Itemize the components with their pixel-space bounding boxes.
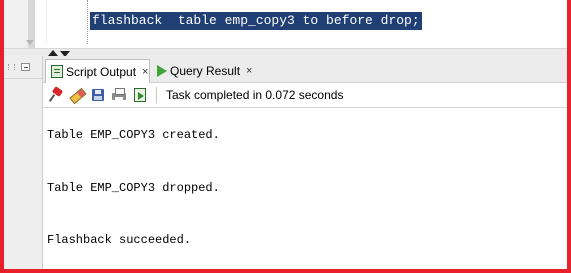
- task-status-text: Task completed in 0.072 seconds: [166, 88, 344, 102]
- output-line: Table EMP_COPY3 created.: [47, 128, 220, 142]
- close-icon[interactable]: ×: [142, 66, 148, 78]
- code-margin-line: [46, 0, 47, 44]
- close-icon[interactable]: ×: [246, 65, 252, 77]
- tab-query-result[interactable]: Query Result ×: [153, 60, 252, 82]
- sql-statement[interactable]: flashback table emp_copy3 to before drop…: [90, 12, 422, 30]
- tab-label: Script Output: [66, 64, 137, 79]
- run-script-icon[interactable]: [132, 87, 148, 103]
- minimize-icon[interactable]: [21, 63, 30, 71]
- tab-label: Query Result: [170, 64, 241, 78]
- pin-icon[interactable]: [48, 86, 64, 103]
- save-icon[interactable]: [90, 87, 106, 103]
- drag-handle-icon[interactable]: [8, 64, 15, 70]
- strip-divider: [4, 78, 42, 79]
- results-panel: Script Output × Query Result × Task comp…: [43, 56, 567, 273]
- left-dock-strip: [4, 56, 43, 273]
- eraser-icon[interactable]: [69, 87, 87, 105]
- toolbar-separator: [156, 87, 157, 103]
- output-line: Flashback succeeded.: [47, 233, 192, 247]
- script-output-area[interactable]: Table EMP_COPY3 created. Table EMP_COPY3…: [43, 108, 567, 273]
- results-tabbar: Script Output × Query Result ×: [43, 56, 567, 83]
- tab-script-output[interactable]: Script Output ×: [45, 59, 150, 83]
- editor-gutter: [4, 0, 35, 48]
- output-toolbar: Task completed in 0.072 seconds: [43, 83, 567, 108]
- code-indent-guide: [87, 0, 88, 44]
- print-icon[interactable]: [111, 87, 127, 103]
- output-line: Table EMP_COPY3 dropped.: [47, 181, 220, 195]
- script-output-icon: [51, 65, 63, 78]
- scroll-down-arrow-icon[interactable]: [26, 40, 34, 45]
- sql-editor[interactable]: flashback table emp_copy3 to before drop…: [4, 0, 567, 48]
- query-result-icon: [157, 65, 167, 77]
